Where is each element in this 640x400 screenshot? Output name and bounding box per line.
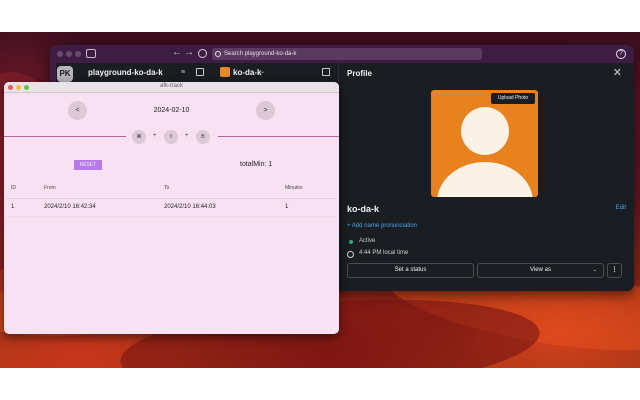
workspace-avatar[interactable]: PK — [57, 66, 73, 82]
forward-arrow-icon[interactable]: → — [184, 47, 194, 59]
close-icon[interactable]: ✕ — [613, 66, 622, 79]
table-row-divider — [6, 216, 337, 217]
divider — [4, 136, 126, 137]
active-status-dot — [349, 240, 353, 244]
column-header-from: From — [44, 185, 56, 191]
b-key: B — [196, 130, 210, 144]
column-header-to: To — [164, 185, 170, 191]
window-close-light[interactable] — [57, 51, 63, 57]
profile-title: Profile — [347, 69, 372, 78]
afk-track-window: afk-track < 2024-02-10 > ⌘ + ⇧ + B RESET… — [4, 82, 339, 334]
chevron-down-icon[interactable]: ⌄ — [260, 68, 265, 75]
profile-photo — [431, 90, 538, 197]
current-date: 2024-02-10 — [153, 107, 190, 114]
column-header-minutes: Minutes — [285, 185, 303, 191]
window-title: afk-track — [159, 83, 183, 89]
add-pronunciation-link[interactable]: + Add name pronunciation — [347, 223, 417, 229]
search-icon — [215, 51, 221, 57]
reset-button[interactable]: RESET — [74, 160, 102, 170]
filter-icon[interactable]: ≡ — [181, 69, 185, 76]
column-header-id: ID — [11, 185, 16, 191]
local-time: 4:44 PM local time — [359, 250, 409, 256]
window-zoom-light[interactable] — [75, 51, 81, 57]
dm-avatar — [220, 67, 230, 77]
command-key: ⌘ — [132, 130, 146, 144]
divider — [218, 136, 339, 137]
table-header-divider — [6, 198, 337, 199]
view-as-label: View as — [530, 267, 551, 273]
cell-id: 1 — [11, 204, 15, 210]
clock-icon — [347, 251, 354, 258]
plus-sign: + — [185, 133, 189, 139]
edit-link[interactable]: Edit — [616, 205, 626, 211]
more-options-button[interactable]: ⋮ — [607, 263, 622, 278]
help-icon[interactable]: ? — [616, 49, 626, 59]
history-icon[interactable] — [198, 49, 207, 58]
chevron-down-icon: ⌄ — [592, 267, 597, 273]
canvas-icon[interactable] — [322, 68, 330, 76]
avatar-body-shape — [437, 162, 533, 197]
slack-titlebar: ← → Search playground-ko-da-k ? — [50, 45, 634, 63]
upload-photo-button[interactable]: Upload Photo — [491, 93, 535, 104]
avatar-head-shape — [461, 107, 509, 155]
plus-sign: + — [153, 133, 157, 139]
profile-name: ko-da-k — [347, 204, 380, 214]
afk-titlebar: afk-track — [4, 82, 339, 93]
chevron-down-icon[interactable]: ⌄ — [157, 68, 162, 75]
active-status-text: Active — [359, 238, 376, 244]
set-status-button[interactable]: Set a status — [347, 263, 474, 278]
cell-minutes: 1 — [285, 204, 289, 210]
back-arrow-icon[interactable]: ← — [172, 47, 182, 59]
window-minimize-light[interactable] — [66, 51, 72, 57]
cell-to: 2024/2/10 16:44:03 — [164, 204, 216, 210]
total-minutes: totalMin: 1 — [240, 161, 273, 168]
compose-icon[interactable] — [196, 68, 204, 76]
view-as-button[interactable]: View as ⌄ — [477, 263, 604, 278]
cell-from: 2024/2/10 16:42:34 — [44, 204, 96, 210]
search-input[interactable]: Search playground-ko-da-k — [212, 48, 482, 60]
sidebar-toggle-icon[interactable] — [86, 49, 96, 58]
search-placeholder: Search playground-ko-da-k — [224, 51, 297, 57]
workspace-name[interactable]: playground-ko-da-k — [88, 68, 163, 77]
next-day-button[interactable]: > — [256, 101, 275, 120]
dm-channel-name[interactable]: ko-da-k — [233, 68, 261, 77]
profile-panel: Profile ✕ Upload Photo ko-da-k Edit + Ad… — [338, 63, 634, 291]
set-status-label: Set a status — [394, 267, 427, 273]
shift-key: ⇧ — [164, 130, 178, 144]
